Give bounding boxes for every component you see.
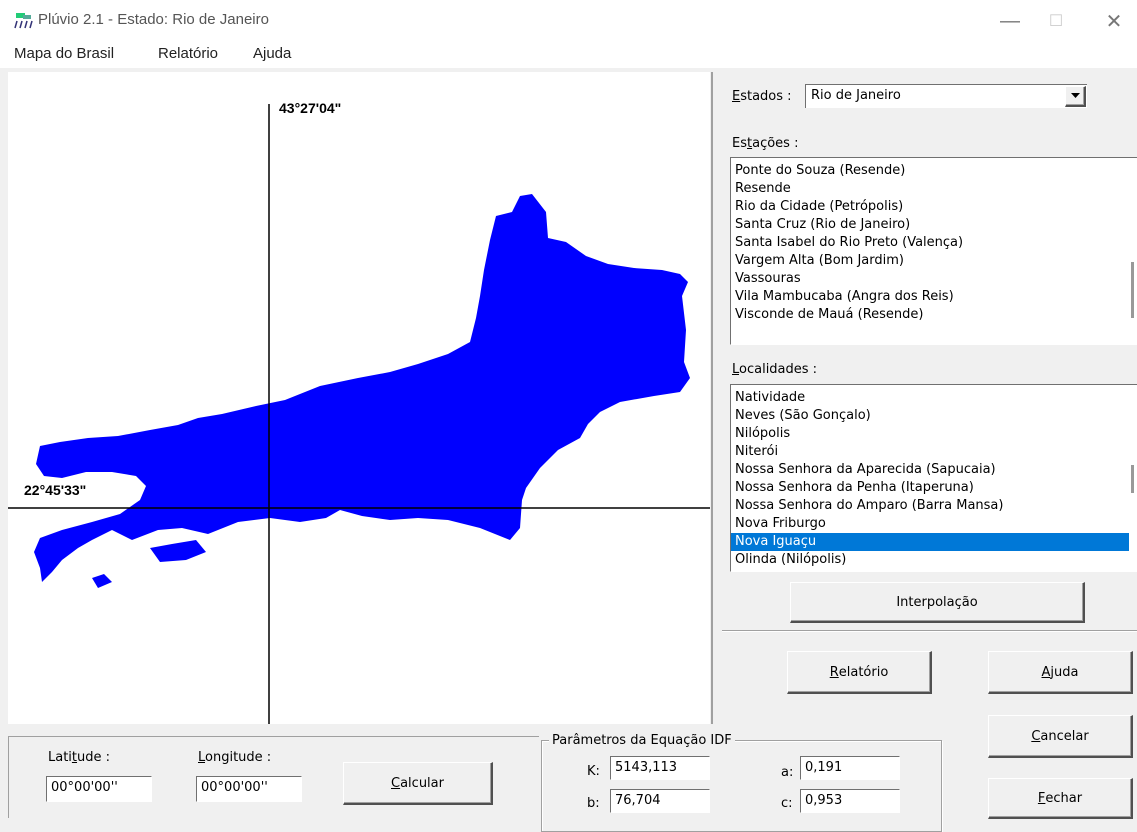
minimize-button[interactable]: —: [987, 0, 1033, 42]
list-item[interactable]: Nossa Senhora do Amparo (Barra Mansa): [731, 497, 1137, 515]
chevron-down-icon[interactable]: [1065, 86, 1086, 107]
list-item[interactable]: Santa Cruz (Rio de Janeiro): [731, 216, 1137, 234]
estados-selected-value: Rio de Janeiro: [811, 88, 901, 103]
longitude-crosshair-label: 43°27'04": [279, 100, 342, 116]
fechar-button[interactable]: Fechar: [988, 778, 1133, 819]
ajuda-button[interactable]: Ajuda: [988, 651, 1133, 694]
latitude-input[interactable]: 00°00'00'': [46, 776, 152, 802]
list-item[interactable]: Vargem Alta (Bom Jardim): [731, 252, 1137, 270]
separator: [722, 630, 1137, 632]
panel-divider: [711, 72, 713, 724]
calcular-button[interactable]: Calcular: [343, 762, 493, 805]
list-item[interactable]: Resende: [731, 180, 1137, 198]
estados-dropdown[interactable]: Rio de Janeiro: [805, 84, 1087, 108]
interpolacao-button[interactable]: Interpolação: [790, 582, 1085, 623]
cancelar-button[interactable]: Cancelar: [988, 715, 1133, 758]
list-item[interactable]: Niterói: [731, 443, 1137, 461]
c-value-field[interactable]: 0,953: [800, 789, 900, 813]
localidades-scrollbar[interactable]: [1129, 385, 1137, 571]
maximize-button[interactable]: ☐: [1033, 0, 1079, 42]
localidades-listbox[interactable]: Natividade Neves (São Gonçalo) Nilópolis…: [730, 384, 1137, 572]
longitude-label: Longitude :: [198, 750, 272, 765]
list-item[interactable]: Nossa Senhora da Aparecida (Sapucaia): [731, 461, 1137, 479]
a-value-field[interactable]: 0,191: [800, 756, 900, 780]
a-label: a:: [781, 765, 794, 780]
localidades-label: Localidades :: [732, 362, 818, 377]
scrollbar-thumb[interactable]: [1131, 262, 1134, 318]
state-map[interactable]: 43°27'04" 22°45'33": [8, 72, 710, 724]
list-item[interactable]: Visconde de Mauá (Resende): [731, 306, 1137, 324]
list-item[interactable]: Natividade: [731, 389, 1137, 407]
estacoes-scrollbar[interactable]: [1129, 158, 1137, 344]
list-item[interactable]: Nova Friburgo: [731, 515, 1137, 533]
latitude-crosshair-label: 22°45'33": [24, 482, 87, 498]
idf-group-label: Parâmetros da Equação IDF: [549, 733, 735, 748]
list-item[interactable]: Nilópolis: [731, 425, 1137, 443]
app-rain-icon: [14, 13, 33, 29]
list-item[interactable]: Ponte do Souza (Resende): [731, 162, 1137, 180]
longitude-input[interactable]: 00°00'00'': [196, 776, 302, 802]
latitude-label: Latitude :: [48, 750, 111, 765]
list-item-selected[interactable]: Nova Iguaçu: [731, 533, 1137, 551]
menu-mapa-do-brasil[interactable]: Mapa do Brasil: [14, 45, 114, 62]
menu-ajuda[interactable]: Ajuda: [253, 45, 291, 62]
list-item[interactable]: Vassouras: [731, 270, 1137, 288]
idf-group-box: [541, 740, 942, 832]
menu-relatorio[interactable]: Relatório: [158, 45, 218, 62]
relatorio-button[interactable]: Relatório: [787, 651, 932, 694]
estacoes-listbox[interactable]: Ponte do Souza (Resende) Resende Rio da …: [730, 157, 1137, 345]
k-value-field[interactable]: 5143,113: [610, 756, 710, 780]
window-title: Plúvio 2.1 - Estado: Rio de Janeiro: [38, 11, 269, 28]
rio-de-janeiro-map-shape: [8, 104, 710, 724]
b-value-field[interactable]: 76,704: [610, 789, 710, 813]
b-label: b:: [587, 796, 600, 811]
estados-label: Estados :: [732, 89, 792, 104]
list-item[interactable]: Olinda (Nilópolis): [731, 551, 1137, 569]
list-item[interactable]: Vila Mambucaba (Angra dos Reis): [731, 288, 1137, 306]
list-item[interactable]: Nossa Senhora da Penha (Itaperuna): [731, 479, 1137, 497]
list-item[interactable]: Rio da Cidade (Petrópolis): [731, 198, 1137, 216]
estacoes-label: Estações :: [732, 136, 799, 151]
close-button[interactable]: ✕: [1091, 0, 1137, 42]
k-label: K:: [587, 764, 600, 779]
list-item[interactable]: Santa Isabel do Rio Preto (Valença): [731, 234, 1137, 252]
c-label: c:: [781, 796, 793, 811]
scrollbar-thumb[interactable]: [1131, 465, 1134, 493]
list-item[interactable]: Neves (São Gonçalo): [731, 407, 1137, 425]
